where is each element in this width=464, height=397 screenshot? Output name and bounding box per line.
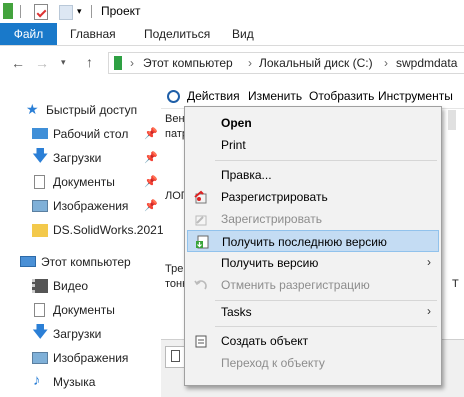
list-item: Т xyxy=(452,278,459,290)
up-arrow-icon[interactable]: ↑ xyxy=(86,54,93,70)
pictures-icon xyxy=(32,200,48,212)
ribbon-tabs: Файл Главная Поделиться Вид xyxy=(0,23,464,46)
pin-icon: 📌 xyxy=(144,176,158,188)
menu-display[interactable]: Отобразить xyxy=(309,89,374,103)
title-bar: ▾ Проект xyxy=(0,0,464,23)
back-arrow-icon[interactable]: ← xyxy=(11,55,25,71)
menu-item-undo-checkout: Отменить разрегистрацию xyxy=(187,274,439,296)
sidebar-item-downloads[interactable]: 🡇 Загрузки 📌 xyxy=(32,147,158,169)
tab-file[interactable]: Файл xyxy=(0,23,57,45)
customize-qat-icon[interactable]: ▾ xyxy=(77,6,82,17)
menu-tools[interactable]: Инструменты xyxy=(378,89,453,103)
check-in-icon xyxy=(195,215,207,226)
document-icon xyxy=(34,303,45,317)
star-icon: ★ xyxy=(26,101,39,117)
tab-home[interactable]: Главная xyxy=(70,23,116,45)
list-item[interactable]: Вен xyxy=(165,113,185,125)
address-chevron-icon: › xyxy=(130,56,134,70)
address-segment[interactable]: Локальный диск (C:) xyxy=(259,56,373,70)
sidebar-item-label: Документы xyxy=(53,303,115,317)
menu-item-create-object[interactable]: Создать объект xyxy=(187,330,439,352)
menu-separator xyxy=(215,326,437,327)
address-chevron-icon: › xyxy=(248,56,252,70)
sidebar-item-label: Документы xyxy=(53,175,115,189)
document-icon xyxy=(171,350,180,362)
create-object-icon xyxy=(195,335,207,348)
menu-modify[interactable]: Изменить xyxy=(248,89,302,103)
check-out-icon xyxy=(194,190,207,204)
menu-item-print[interactable]: Print xyxy=(187,134,439,156)
pin-icon: 📌 xyxy=(144,128,158,140)
list-item[interactable]: Тре xyxy=(165,263,183,275)
menu-item-unregister[interactable]: Разрегистрировать xyxy=(187,186,439,208)
get-latest-icon xyxy=(196,235,209,249)
desktop-icon xyxy=(32,128,48,139)
music-note-icon: ♪ xyxy=(33,372,41,389)
address-bar[interactable]: › Этот компьютер › Локальный диск (C:) ›… xyxy=(108,52,464,74)
properties-icon[interactable] xyxy=(34,4,48,20)
pin-icon: 📌 xyxy=(144,200,158,212)
address-chevron-icon: › xyxy=(384,56,388,70)
pictures-icon xyxy=(32,352,48,364)
menu-actions[interactable]: Действия xyxy=(187,89,240,103)
pdm-logo-icon xyxy=(167,90,180,103)
sidebar-item-label: DS.SolidWorks.2021 xyxy=(53,223,164,237)
download-arrow-icon: 🡇 xyxy=(32,148,49,165)
sidebar-item-label: Быстрый доступ xyxy=(46,103,138,117)
sidebar-item-documents[interactable]: Документы 📌 xyxy=(32,171,158,193)
sidebar-item-label: Этот компьютер xyxy=(41,255,131,269)
sidebar-item-label: Загрузки xyxy=(53,327,102,341)
address-segment[interactable]: Этот компьютер xyxy=(143,56,233,70)
divider xyxy=(91,5,92,18)
tab-view[interactable]: Вид xyxy=(232,23,254,45)
menu-item-goto-object: Переход к объекту xyxy=(221,356,325,370)
submenu-arrow-icon: › xyxy=(427,304,431,318)
app-icon xyxy=(3,3,13,19)
sidebar-item-desktop[interactable]: Рабочий стол 📌 xyxy=(32,123,158,145)
address-segment[interactable]: swpdmdata xyxy=(396,56,457,70)
pin-icon: 📌 xyxy=(144,152,158,164)
download-arrow-icon: 🡇 xyxy=(32,324,49,341)
tab-share[interactable]: Поделиться xyxy=(144,23,210,45)
film-icon xyxy=(32,279,48,293)
window-title: Проект xyxy=(101,4,141,18)
menu-item-open[interactable]: Open xyxy=(187,112,439,134)
sidebar-item-label: Видео xyxy=(53,279,89,293)
menu-item-edit[interactable]: Правка... xyxy=(187,164,439,186)
sidebar-item-pictures[interactable]: Изображения 📌 xyxy=(32,195,158,217)
computer-icon xyxy=(20,256,36,267)
scrollbar-thumb[interactable] xyxy=(448,110,456,130)
new-folder-icon[interactable] xyxy=(59,5,73,20)
sidebar-item-label: Загрузки xyxy=(53,151,102,165)
divider xyxy=(20,5,21,18)
folder-icon xyxy=(32,224,48,237)
forward-arrow-icon[interactable]: → xyxy=(35,55,49,71)
recent-dropdown-icon[interactable]: ▾ xyxy=(61,57,66,68)
context-menu: Open Print Правка... Разрегистрировать З… xyxy=(184,106,442,386)
menu-item-tasks[interactable]: Tasks › xyxy=(187,301,439,323)
menu-item-get-version[interactable]: Получить версию › xyxy=(187,252,439,274)
menu-separator xyxy=(215,160,437,161)
menu-item-check-in: Зарегистрировать xyxy=(187,208,439,230)
navigation-bar: ← → ▾ ↑ › Этот компьютер › Локальный дис… xyxy=(0,46,464,80)
submenu-arrow-icon: › xyxy=(427,255,431,269)
document-icon xyxy=(34,175,45,189)
sidebar-item-label: Изображения xyxy=(53,351,129,365)
vault-icon xyxy=(114,56,122,70)
sidebar-item-label: Музыка xyxy=(53,375,96,389)
navigation-pane: ★ Быстрый доступ Рабочий стол 📌 🡇 Загруз… xyxy=(0,96,164,396)
undo-icon xyxy=(194,280,207,290)
sidebar-item-label: Рабочий стол xyxy=(53,127,129,141)
sidebar-item-label: Изображения xyxy=(53,199,129,213)
menu-item-get-latest[interactable]: Получить последнюю версию xyxy=(187,230,439,252)
